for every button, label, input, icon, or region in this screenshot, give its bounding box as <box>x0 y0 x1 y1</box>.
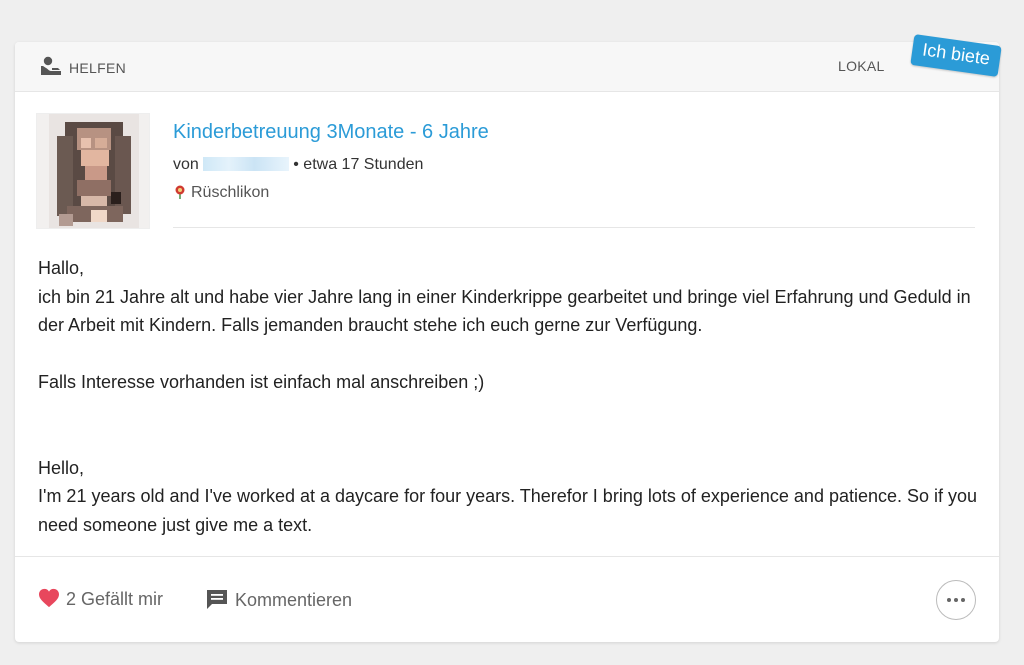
card-header: HELFEN LOKAL Ich biete <box>15 34 1002 92</box>
offer-badge: Ich biete <box>910 34 1002 77</box>
post-location: Rüschlikon <box>173 184 269 202</box>
divider <box>173 227 975 228</box>
body-paragraph: Hello, <box>38 457 85 478</box>
scope-label: LOKAL <box>838 58 885 74</box>
helping-hand-person-icon <box>41 56 61 75</box>
body-paragraph: Falls Interesse vorhanden ist einfach ma… <box>38 372 485 392</box>
comment-icon <box>207 590 227 609</box>
post-title[interactable]: Kinderbetreuung 3Monate - 6 Jahre <box>173 121 489 144</box>
avatar-image <box>37 114 149 228</box>
like-button[interactable]: 2 Gefällt mir <box>38 588 163 610</box>
author-name-redacted[interactable] <box>202 157 289 171</box>
post-body: Hallo, ich bin 21 Jahre alt und habe vie… <box>38 254 983 539</box>
post-meta: von • etwa 17 Stunden <box>173 156 423 174</box>
location-label[interactable]: Rüschlikon <box>191 184 269 201</box>
post-time: • etwa 17 Stunden <box>293 156 424 173</box>
comment-button[interactable]: Kommentieren <box>205 588 352 611</box>
avatar[interactable] <box>36 113 150 229</box>
like-label: 2 Gefällt mir <box>66 589 164 609</box>
divider <box>15 556 999 557</box>
body-paragraph: I'm 21 years old and I've worked at a da… <box>38 486 978 535</box>
more-options-icon <box>947 598 951 602</box>
heart-icon <box>39 588 59 608</box>
more-options-button[interactable] <box>936 580 976 620</box>
comment-label: Kommentieren <box>235 590 353 610</box>
by-prefix: von <box>173 156 199 173</box>
location-flag-icon <box>175 185 185 199</box>
category-label: HELFEN <box>69 60 127 76</box>
post-card: HELFEN LOKAL Ich biete Kinderbetreuung 3… <box>15 34 1002 642</box>
body-paragraph: Hallo, <box>38 258 85 278</box>
body-paragraph: ich bin 21 Jahre alt und habe vier Jahre… <box>38 286 971 336</box>
